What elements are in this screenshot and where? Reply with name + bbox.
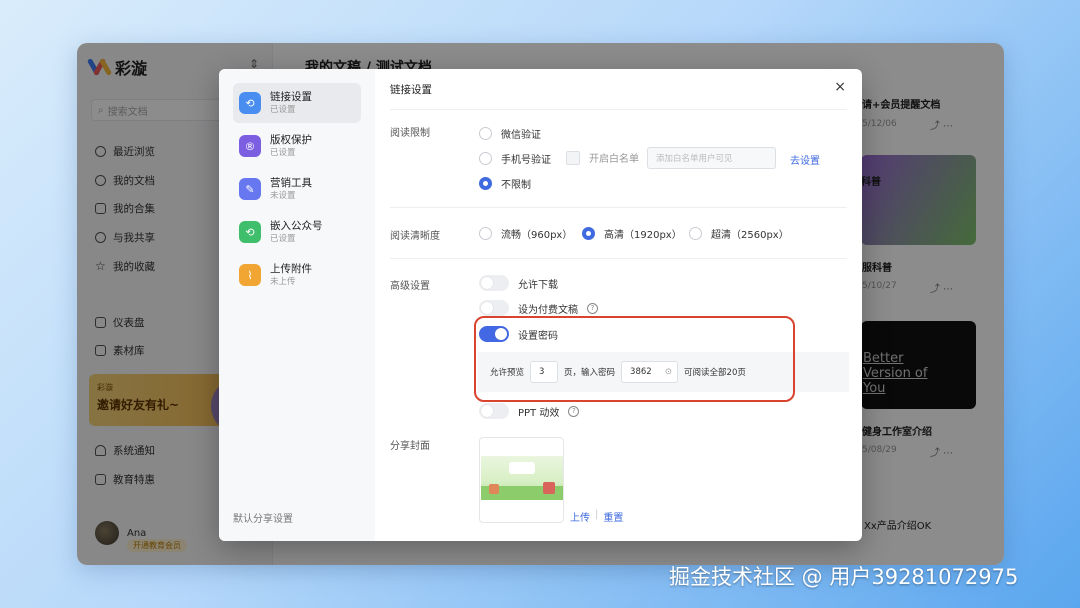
radio-button[interactable]: [479, 127, 492, 140]
menu-item-label: 嵌入公众号: [270, 219, 323, 232]
menu-item-status: 未上传: [270, 276, 296, 287]
menu-item-status: 已设置: [270, 233, 296, 244]
read-limit-label: 阅读限制: [390, 128, 430, 139]
radio-wechat-verify[interactable]: 微信验证: [479, 126, 541, 141]
toggle-label: 设为付费文稿: [518, 304, 578, 316]
radio-label: 不限制: [501, 180, 531, 191]
radio-clarity-uhd[interactable]: 超清（2560px）: [689, 226, 789, 241]
share-cover-label: 分享封面: [390, 441, 430, 452]
radio-button[interactable]: [689, 227, 702, 240]
radio-label: 高清（1920px）: [604, 230, 682, 241]
dialog-menu: ⟲ 链接设置 已设置 ® 版权保护 已设置 ✎ 营销工具 未设置 ⟲ 嵌入公众号 已设置…: [219, 69, 375, 541]
radio-button[interactable]: [479, 152, 492, 165]
watermark: 掘金技术社区 @ 用户39281072975: [669, 565, 1019, 589]
radio-label: 流畅（960px）: [501, 230, 573, 241]
share-cover-thumbnail[interactable]: [479, 437, 564, 523]
close-icon[interactable]: ×: [834, 79, 846, 95]
upload-cover-link[interactable]: 上传: [570, 509, 590, 524]
switch[interactable]: [479, 275, 509, 291]
advanced-label: 高级设置: [390, 281, 430, 292]
radio-clarity-hd[interactable]: 高清（1920px）: [582, 226, 682, 241]
menu-item-attachment[interactable]: ⌇ 上传附件 未上传: [233, 255, 361, 295]
whitelist-label: 开启白名单: [589, 154, 639, 165]
switch[interactable]: [479, 403, 509, 419]
embed-icon: ⟲: [239, 221, 261, 243]
divider: [390, 258, 847, 259]
menu-item-label: 版权保护: [270, 133, 312, 146]
go-settings-link[interactable]: 去设置: [790, 152, 820, 167]
menu-item-status: 已设置: [270, 104, 296, 115]
whitelist-checkbox[interactable]: [566, 150, 580, 165]
radio-label: 超清（2560px）: [711, 230, 789, 241]
reset-cover-link[interactable]: 重置: [603, 509, 623, 524]
attachment-icon: ⌇: [239, 264, 261, 286]
link-settings-dialog: ⟲ 链接设置 已设置 ® 版权保护 已设置 ✎ 营销工具 未设置 ⟲ 嵌入公众号 已设置…: [219, 69, 862, 541]
whitelist-input[interactable]: 添加白名单用户可见: [647, 147, 776, 169]
divider: [390, 207, 847, 208]
menu-item-marketing[interactable]: ✎ 营销工具 未设置: [233, 169, 361, 209]
switch[interactable]: [479, 300, 509, 316]
menu-item-label: 链接设置: [270, 90, 312, 103]
copyright-icon: ®: [239, 135, 261, 157]
radio-no-limit[interactable]: 不限制: [479, 176, 531, 191]
radio-clarity-smooth[interactable]: 流畅（960px）: [479, 226, 572, 241]
menu-item-copyright[interactable]: ® 版权保护 已设置: [233, 126, 361, 166]
menu-item-embed-wechat[interactable]: ⟲ 嵌入公众号 已设置: [233, 212, 361, 252]
default-share-settings-link[interactable]: 默认分享设置: [233, 510, 293, 525]
help-icon[interactable]: ?: [587, 302, 598, 314]
radio-button-selected[interactable]: [479, 177, 492, 190]
toggle-paid-doc[interactable]: 设为付费文稿?: [479, 300, 598, 316]
menu-item-label: 上传附件: [270, 262, 312, 275]
highlight-annotation: [474, 316, 795, 402]
menu-item-label: 营销工具: [270, 176, 312, 189]
cover-actions: 上传 | 重置: [570, 509, 623, 524]
help-icon[interactable]: ?: [568, 405, 580, 417]
radio-label: 手机号验证: [501, 155, 551, 166]
menu-item-status: 未设置: [270, 190, 296, 201]
toggle-label: 允许下载: [518, 279, 558, 291]
separator: |: [595, 509, 599, 520]
toggle-allow-download[interactable]: 允许下载: [479, 275, 558, 291]
cover-image: [481, 456, 563, 500]
clarity-label: 阅读清晰度: [390, 231, 440, 242]
marketing-icon: ✎: [239, 178, 261, 200]
radio-button-selected[interactable]: [582, 227, 595, 240]
radio-phone-verify[interactable]: 手机号验证: [479, 151, 551, 166]
menu-item-status: 已设置: [270, 147, 296, 158]
toggle-ppt-animation[interactable]: PPT 动效?: [479, 403, 580, 419]
whitelist-toggle[interactable]: 开启白名单: [566, 150, 639, 165]
radio-label: 微信验证: [501, 130, 541, 141]
toggle-label: PPT 动效: [518, 407, 560, 419]
share-link-icon: ⟲: [239, 92, 261, 114]
dialog-title: 链接设置: [390, 84, 432, 96]
radio-button[interactable]: [479, 227, 492, 240]
menu-item-link-settings[interactable]: ⟲ 链接设置 已设置: [233, 83, 361, 123]
divider: [390, 109, 847, 110]
